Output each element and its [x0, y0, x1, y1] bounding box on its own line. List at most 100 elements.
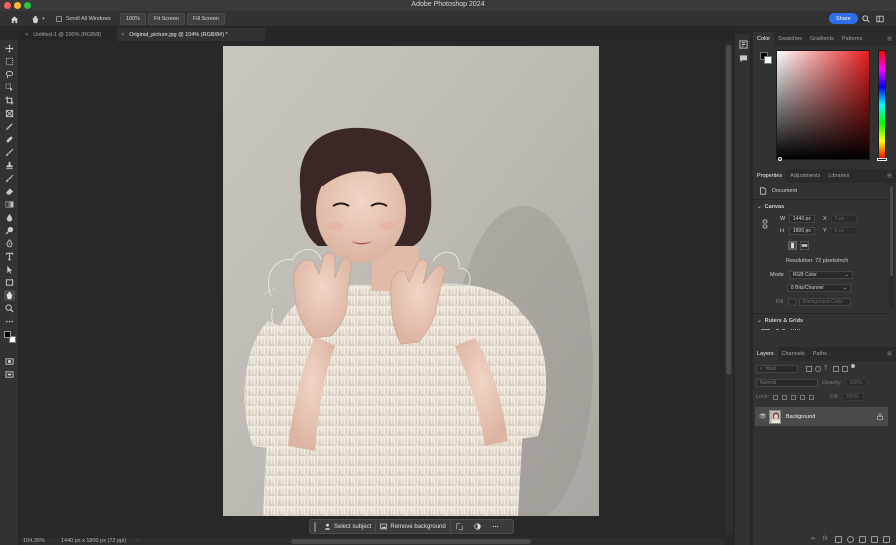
comments-panel-icon[interactable] [739, 54, 748, 63]
history-panel-icon[interactable] [739, 40, 748, 49]
document-image[interactable]: ~ ~ ~ [223, 46, 599, 516]
link-layers-icon[interactable]: ∞ [811, 536, 818, 543]
delete-layer-icon[interactable] [883, 536, 890, 543]
crop-tool-icon[interactable] [4, 95, 15, 106]
panel-menu-icon[interactable] [887, 173, 892, 178]
transform-icon[interactable] [451, 521, 469, 533]
lock-transparency-icon[interactable] [773, 394, 779, 400]
canvas-section-header[interactable]: ⌄ Canvas [757, 204, 784, 210]
more-options-icon[interactable] [487, 521, 505, 533]
close-tab-icon[interactable]: × [121, 32, 124, 38]
vertical-scrollbar[interactable] [725, 41, 733, 534]
filter-toggle-icon[interactable] [851, 364, 855, 368]
shape-filter-icon[interactable] [833, 366, 839, 372]
blend-mode-select[interactable]: Normal [756, 379, 818, 387]
layer-style-icon[interactable]: fx [823, 536, 830, 543]
smart-object-filter-icon[interactable] [842, 366, 848, 372]
fill-select[interactable]: Background Color [799, 298, 852, 306]
close-tab-icon[interactable]: × [25, 32, 28, 38]
new-adjustment-layer-icon[interactable] [847, 536, 854, 543]
panel-menu-icon[interactable] [887, 351, 892, 356]
fit-screen-button[interactable]: Fit Screen [148, 13, 186, 25]
tab-paths[interactable]: Paths [809, 347, 831, 361]
tab-adjustments[interactable]: Adjustments [786, 169, 824, 183]
layer-row-background[interactable]: 👁 Background [755, 407, 888, 426]
tab-original-picture[interactable]: × Original_picture.jpg @ 104% (RGB/8#) * [117, 28, 265, 41]
guides-icon[interactable] [791, 329, 800, 332]
share-button[interactable]: Share [829, 13, 858, 24]
history-brush-tool-icon[interactable] [4, 173, 15, 184]
fill-screen-button[interactable]: Fill Screen [187, 13, 225, 25]
link-dimensions-icon[interactable] [762, 219, 768, 231]
color-picker-cursor[interactable] [778, 157, 782, 161]
drag-handle[interactable] [314, 521, 316, 532]
status-menu-arrow-icon[interactable]: › [137, 538, 139, 544]
tab-libraries[interactable]: Libraries [824, 169, 853, 183]
color-swatches-icon[interactable] [3, 330, 16, 343]
grid-icon[interactable] [776, 329, 785, 332]
zoom-100-button[interactable]: 100% [120, 13, 147, 25]
workspace-icon[interactable] [875, 13, 884, 25]
landscape-orientation-icon[interactable] [800, 241, 809, 250]
lock-artboard-icon[interactable] [800, 394, 806, 400]
tab-layers[interactable]: Layers [753, 347, 778, 361]
new-layer-icon[interactable] [871, 536, 878, 543]
lock-all-icon[interactable] [809, 394, 815, 400]
eyedropper-tool-icon[interactable] [4, 121, 15, 132]
new-group-icon[interactable] [859, 536, 866, 543]
pen-tool-icon[interactable] [4, 238, 15, 249]
frame-tool-icon[interactable] [4, 108, 15, 119]
tab-patterns[interactable]: Patterns [838, 32, 866, 46]
panel-menu-icon[interactable] [887, 36, 892, 41]
tab-gradients[interactable]: Gradients [806, 32, 838, 46]
path-selection-tool-icon[interactable] [4, 264, 15, 275]
type-filter-icon[interactable]: T [824, 366, 830, 372]
blur-tool-icon[interactable] [4, 212, 15, 223]
tab-properties[interactable]: Properties [753, 169, 787, 183]
zoom-level[interactable]: 104.39% [23, 538, 45, 544]
x-field[interactable]: 0 px [830, 215, 857, 223]
more-tools-icon[interactable] [4, 316, 15, 327]
marquee-tool-icon[interactable] [4, 56, 15, 67]
adjustment-filter-icon[interactable] [815, 366, 821, 372]
visibility-eye-icon[interactable]: 👁 [759, 413, 767, 420]
lock-icon[interactable] [877, 413, 883, 420]
hue-slider-handle[interactable] [877, 158, 887, 161]
fill-opacity-field[interactable]: 100% [841, 393, 864, 401]
gradient-tool-icon[interactable] [4, 199, 15, 210]
foreground-color-swatch[interactable] [4, 331, 11, 338]
lasso-tool-icon[interactable] [4, 69, 15, 80]
width-field[interactable]: 1440 px [789, 215, 815, 223]
move-tool-icon[interactable] [4, 43, 15, 54]
scroll-all-windows-checkbox[interactable]: Scroll All Windows [56, 13, 111, 25]
type-tool-icon[interactable] [4, 251, 15, 262]
tab-untitled-1[interactable]: × Untitled-1 @ 100% (RGB/8) [21, 28, 116, 41]
clone-stamp-tool-icon[interactable] [4, 160, 15, 171]
mode-select[interactable]: RGB Color ⌄ [788, 271, 853, 279]
height-field[interactable]: 1800 px [789, 227, 815, 235]
color-picker-field[interactable] [776, 50, 870, 161]
home-icon[interactable] [8, 13, 20, 25]
healing-brush-tool-icon[interactable] [4, 134, 15, 145]
select-subject-button[interactable]: Select subject [320, 520, 377, 533]
hue-slider[interactable] [877, 50, 887, 161]
search-icon[interactable] [861, 13, 870, 25]
remove-background-button[interactable]: Remove background [376, 520, 451, 533]
eraser-tool-icon[interactable] [4, 186, 15, 197]
zoom-tool-icon[interactable] [4, 303, 15, 314]
rectangle-tool-icon[interactable] [4, 277, 15, 288]
tab-color[interactable]: Color [753, 32, 775, 46]
rulers-grids-section-header[interactable]: ⌄ Rulers & Grids [757, 318, 803, 324]
opacity-field[interactable]: 100% [845, 379, 868, 387]
tab-swatches[interactable]: Swatches [774, 32, 806, 46]
object-selection-tool-icon[interactable] [4, 82, 15, 93]
pixel-filter-icon[interactable] [806, 366, 812, 372]
background-color-swatch[interactable] [764, 56, 772, 64]
portrait-orientation-icon[interactable] [788, 241, 797, 250]
dodge-tool-icon[interactable] [4, 225, 15, 236]
tab-channels[interactable]: Channels [778, 347, 809, 361]
lock-pixels-icon[interactable] [782, 394, 788, 400]
bit-depth-select[interactable]: 8 Bits/Channel ⌄ [787, 284, 851, 292]
screen-mode-icon[interactable] [4, 369, 15, 380]
layer-kind-filter[interactable]: ⌕ Kind [756, 365, 798, 373]
